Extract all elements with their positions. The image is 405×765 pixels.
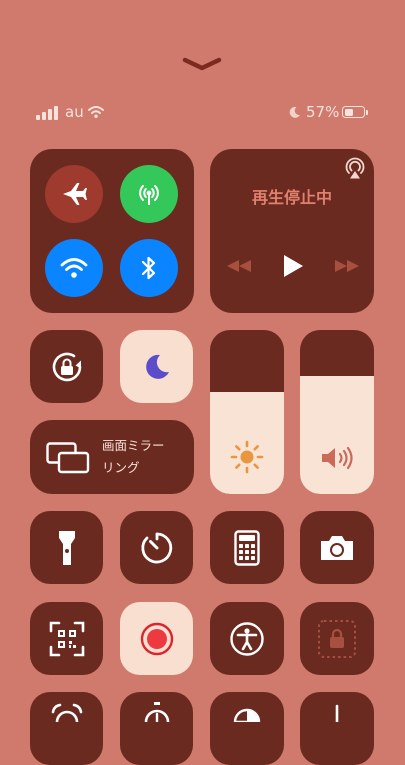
signal-strength-icon (36, 106, 58, 120)
rewind-icon[interactable] (226, 259, 252, 273)
bluetooth-icon (141, 256, 156, 280)
moon-icon (145, 354, 169, 379)
accessibility-button[interactable] (210, 602, 284, 675)
guided-access-button[interactable] (300, 602, 374, 675)
speaker-icon (322, 446, 353, 470)
now-playing-status: 再生停止中 (251, 188, 332, 207)
flashlight-button[interactable] (30, 511, 103, 584)
bluetooth-toggle[interactable] (120, 239, 178, 297)
cellular-antenna-icon (139, 185, 159, 205)
wifi-icon (60, 258, 88, 278)
timer-button[interactable] (120, 511, 193, 584)
camera-icon (321, 535, 353, 560)
alarm-icon (51, 703, 82, 722)
volume-level (300, 375, 374, 494)
alarm-button[interactable] (30, 692, 103, 765)
calculator-button[interactable] (210, 511, 284, 584)
screen-record-icon (140, 622, 173, 655)
battery-level-fill (344, 108, 354, 116)
connectivity-panel (30, 149, 194, 313)
dark-mode-button[interactable] (210, 692, 284, 765)
cellular-data-toggle[interactable] (120, 165, 178, 223)
text-size-button[interactable] (300, 692, 374, 765)
stopwatch-button[interactable] (120, 692, 193, 765)
qr-scanner-button[interactable] (30, 602, 103, 675)
screen-mirroring-button[interactable]: 画面ミラー リング (30, 420, 194, 494)
play-icon[interactable] (282, 254, 304, 278)
orientation-lock-icon (52, 352, 81, 381)
brightness-slider[interactable] (210, 330, 284, 494)
do-not-disturb-status-icon (289, 106, 300, 118)
wifi-status-icon (88, 106, 104, 118)
carrier-name: au (65, 103, 84, 121)
screen-record-button[interactable] (120, 602, 193, 675)
do-not-disturb-button[interactable] (120, 330, 193, 403)
camera-button[interactable] (300, 511, 374, 584)
status-bar: au 57% (36, 102, 370, 126)
screen-mirroring-label: 画面ミラー リング (102, 438, 165, 475)
flashlight-icon (58, 530, 75, 565)
orientation-lock-button[interactable] (30, 330, 103, 403)
now-playing-panel[interactable]: 再生停止中 (210, 149, 374, 313)
dark-mode-icon (233, 708, 261, 722)
calculator-icon (234, 529, 260, 566)
text-size-icon (335, 704, 339, 722)
battery-icon (342, 106, 365, 118)
volume-slider[interactable] (300, 330, 374, 494)
guided-access-lock-icon (318, 619, 356, 658)
stopwatch-icon (144, 702, 169, 722)
screen-mirroring-icon (46, 442, 90, 474)
battery-tip (366, 110, 368, 115)
chevron-down-icon[interactable] (182, 56, 222, 72)
airplane-icon (63, 183, 87, 205)
wifi-toggle[interactable] (45, 239, 103, 297)
battery-percentage: 57% (306, 103, 340, 121)
accessibility-icon (230, 621, 264, 656)
sun-icon (230, 440, 264, 474)
fast-forward-icon[interactable] (334, 259, 360, 273)
airplane-mode-toggle[interactable] (45, 165, 103, 223)
timer-icon (140, 532, 172, 563)
airplay-icon[interactable] (343, 157, 367, 181)
qr-scanner-icon (49, 621, 84, 656)
